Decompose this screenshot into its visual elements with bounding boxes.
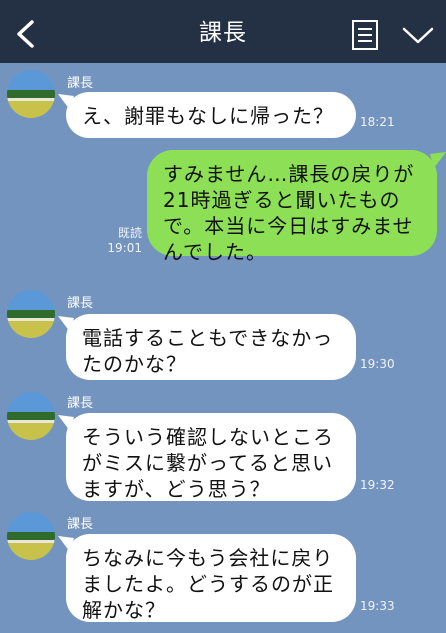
avatar[interactable] [7, 392, 55, 440]
chat-header: 課長 [0, 0, 446, 63]
bubble-tail [430, 152, 446, 168]
avatar[interactable] [7, 70, 55, 118]
message-bubble: 電話することもできなかっ たのかな？ [66, 314, 356, 380]
avatar[interactable] [7, 512, 55, 560]
sender-name: 課長 [67, 517, 94, 532]
chat-title: 課長 [199, 20, 247, 46]
message-time: 18:21 [360, 115, 395, 129]
message-bubble: え、謝罪もなしに帰った？ [66, 92, 356, 138]
chevron-down-icon[interactable] [401, 22, 435, 48]
avatar[interactable] [7, 290, 55, 338]
message-bubble-own: すみません…課長の戻りが 21時過ぎると聞いたもの で。本当に今日はすみませ ん… [147, 150, 437, 264]
read-receipt: 既読 19:01 [107, 226, 142, 255]
message-time: 19:33 [360, 599, 395, 613]
sender-name: 課長 [67, 76, 94, 91]
message-bubble: ちなみに今もう会社に戻り ましたよ。どうするのが正 解かな？ [66, 534, 356, 622]
message-time: 19:30 [360, 357, 395, 371]
notes-icon[interactable] [351, 19, 379, 51]
sender-name: 課長 [67, 396, 94, 411]
message-time: 19:32 [360, 478, 395, 492]
sender-name: 課長 [67, 296, 94, 311]
message-bubble: そういう確認しないところ がミスに繋がってると思い ますが、どう思う？ [66, 413, 356, 501]
